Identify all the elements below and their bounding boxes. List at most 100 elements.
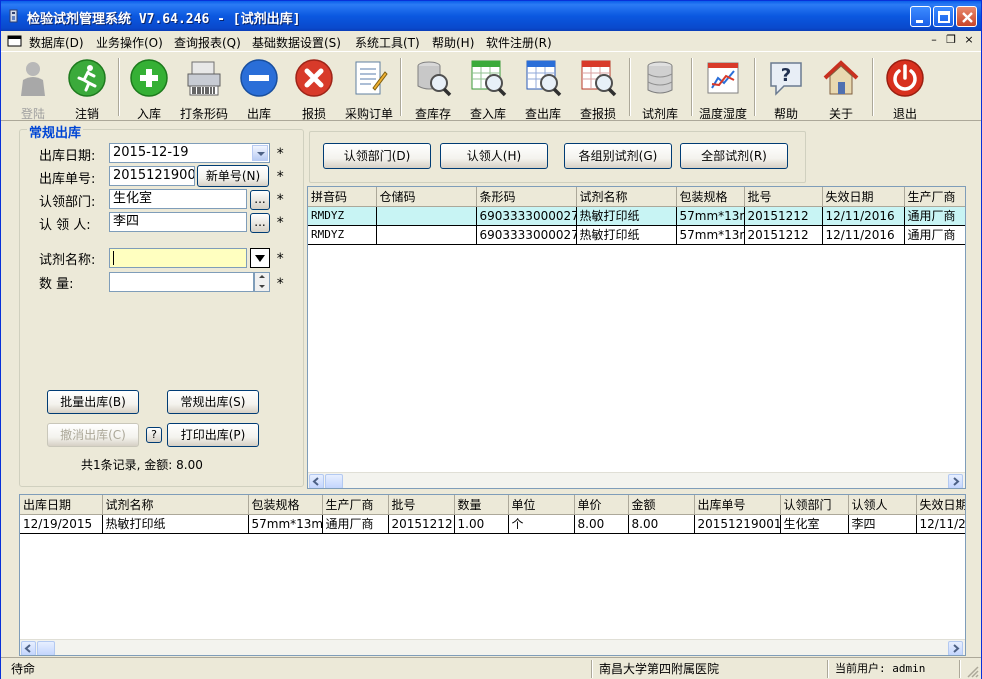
scroll-thumb[interactable] bbox=[37, 641, 55, 655]
print-barcode-button[interactable]: 打条形码 bbox=[176, 56, 232, 121]
temperature-humidity-button[interactable]: 温度湿度 bbox=[695, 56, 751, 121]
scroll-thumb[interactable] bbox=[325, 474, 343, 488]
menu-base-settings[interactable]: 基础数据设置(S) bbox=[252, 34, 341, 51]
menu-bar: 数据库(D) 业务操作(O) 查询报表(Q) 基础数据设置(S) 系统工具(T)… bbox=[1, 31, 981, 51]
table-cell: 个 bbox=[508, 514, 575, 534]
query-loss-button[interactable]: 查报损 bbox=[570, 56, 626, 121]
mdi-child-icon[interactable] bbox=[7, 35, 23, 47]
column-header[interactable]: 金额 bbox=[628, 495, 695, 515]
column-header[interactable]: 失效日期 bbox=[916, 495, 965, 515]
outbound-table-hscrollbar[interactable] bbox=[20, 639, 965, 655]
close-button[interactable] bbox=[956, 6, 977, 27]
help-small-button[interactable]: ? bbox=[146, 427, 162, 443]
dept-browse-button[interactable]: ... bbox=[250, 190, 270, 210]
quantity-input[interactable] bbox=[109, 272, 254, 292]
stock-in-button[interactable]: 入库 bbox=[121, 56, 177, 121]
purchase-order-label: 采购订单 bbox=[344, 107, 393, 121]
dept-field[interactable]: 生化室 bbox=[109, 189, 247, 209]
person-field[interactable]: 李四 bbox=[109, 212, 247, 232]
filter-all-button[interactable]: 全部试剂(R) bbox=[680, 143, 788, 169]
triangle-down-icon bbox=[255, 255, 265, 262]
print-out-button[interactable]: 打印出库(P) bbox=[167, 423, 259, 447]
scroll-right-button[interactable] bbox=[948, 474, 963, 488]
column-header[interactable]: 数量 bbox=[454, 495, 509, 515]
exit-button[interactable]: 退出 bbox=[877, 56, 933, 121]
maximize-icon bbox=[938, 11, 950, 23]
chevron-down-icon[interactable] bbox=[252, 145, 268, 161]
menu-database[interactable]: 数据库(D) bbox=[29, 34, 84, 51]
reagent-library-button[interactable]: 试剂库 bbox=[632, 56, 688, 121]
filter-person-button[interactable]: 认领人(H) bbox=[440, 143, 548, 169]
status-bar: 待命 南昌大学第四附属医院 当前用户: admin bbox=[1, 657, 981, 679]
resize-grip-icon[interactable] bbox=[967, 666, 979, 678]
query-stock-out-button[interactable]: 查出库 bbox=[515, 56, 571, 121]
scroll-left-button[interactable] bbox=[21, 641, 36, 655]
date-picker[interactable]: 2015-12-19 bbox=[109, 143, 270, 163]
stock-table[interactable]: 拼音码 仓储码 条形码 试剂名称 包装规格 批号 失效日期 生产厂商 RMDYZ… bbox=[307, 186, 966, 489]
cancel-out-button[interactable]: 撤消出库(C) bbox=[47, 423, 139, 447]
menu-help[interactable]: 帮助(H) bbox=[432, 34, 474, 51]
table-row[interactable]: RMDYZ 6903333000027 热敏打印纸 57mm*13mm 2015… bbox=[308, 206, 965, 226]
new-order-button[interactable]: 新单号(N) bbox=[197, 165, 269, 187]
purchase-order-button[interactable]: 采购订单 bbox=[341, 56, 397, 121]
column-header[interactable]: 批号 bbox=[744, 187, 823, 207]
help-icon: ? bbox=[770, 62, 802, 96]
minimize-button[interactable] bbox=[910, 6, 931, 27]
maximize-button[interactable] bbox=[933, 6, 954, 27]
column-header[interactable]: 出库单号 bbox=[694, 495, 781, 515]
scroll-left-button[interactable] bbox=[309, 474, 324, 488]
menu-reports[interactable]: 查询报表(Q) bbox=[174, 34, 241, 51]
table-row[interactable]: RMDYZ 6903333000027 热敏打印纸 57mm*13mm 2015… bbox=[308, 225, 965, 245]
column-header[interactable]: 认领人 bbox=[848, 495, 917, 515]
logout-button[interactable]: 注销 bbox=[59, 56, 115, 121]
table-cell bbox=[376, 206, 477, 226]
person-value: 李四 bbox=[113, 214, 140, 229]
table-cell: 6903333000027 bbox=[476, 206, 577, 226]
column-header[interactable]: 认领部门 bbox=[780, 495, 849, 515]
column-header[interactable]: 试剂名称 bbox=[576, 187, 677, 207]
column-header[interactable]: 包装规格 bbox=[248, 495, 323, 515]
column-header[interactable]: 单位 bbox=[508, 495, 575, 515]
batch-out-button[interactable]: 批量出库(B) bbox=[47, 390, 139, 414]
reagent-dropdown-button[interactable] bbox=[250, 248, 270, 268]
scroll-right-button[interactable] bbox=[948, 641, 963, 655]
filter-dept-button[interactable]: 认领部门(D) bbox=[323, 143, 431, 169]
column-header[interactable]: 失效日期 bbox=[822, 187, 905, 207]
menu-tools[interactable]: 系统工具(T) bbox=[355, 34, 420, 51]
column-header[interactable]: 出库日期 bbox=[20, 495, 103, 515]
order-number-field[interactable]: 20151219001 bbox=[109, 166, 195, 186]
column-header[interactable]: 包装规格 bbox=[676, 187, 745, 207]
reagent-name-input[interactable] bbox=[109, 248, 247, 268]
menu-operations[interactable]: 业务操作(O) bbox=[96, 34, 163, 51]
order-number-label: 出库单号: bbox=[39, 172, 96, 187]
chevron-up-icon[interactable] bbox=[259, 275, 265, 278]
column-header[interactable]: 生产厂商 bbox=[322, 495, 389, 515]
person-browse-button[interactable]: ... bbox=[250, 213, 270, 233]
column-header[interactable]: 生产厂商 bbox=[904, 187, 965, 207]
outbound-table[interactable]: 出库日期 试剂名称 包装规格 生产厂商 批号 数量 单位 单价 金额 出库单号 … bbox=[19, 494, 966, 656]
chevron-down-icon[interactable] bbox=[259, 285, 265, 288]
mdi-close-button[interactable]: × bbox=[962, 33, 976, 47]
column-header[interactable]: 仓储码 bbox=[376, 187, 477, 207]
query-stock-button[interactable]: 查库存 bbox=[405, 56, 461, 121]
mdi-minimize-button[interactable]: – bbox=[927, 33, 941, 47]
stock-table-hscrollbar[interactable] bbox=[308, 472, 965, 488]
filter-group-button[interactable]: 各组别试剂(G) bbox=[564, 143, 672, 169]
column-header[interactable]: 试剂名称 bbox=[102, 495, 249, 515]
quantity-stepper[interactable] bbox=[254, 272, 270, 292]
stock-out-button[interactable]: 出库 bbox=[231, 56, 287, 121]
table-row[interactable]: 12/19/2015 热敏打印纸 57mm*13mm 通用厂商 20151212… bbox=[20, 514, 965, 534]
chevron-right-icon bbox=[953, 477, 960, 486]
help-button[interactable]: ? 帮助 bbox=[758, 56, 814, 121]
column-header[interactable]: 批号 bbox=[388, 495, 455, 515]
about-button[interactable]: 关于 bbox=[813, 56, 869, 121]
query-stock-in-button[interactable]: 查入库 bbox=[460, 56, 516, 121]
column-header[interactable]: 拼音码 bbox=[308, 187, 377, 207]
chart-icon bbox=[707, 62, 739, 94]
regular-out-button[interactable]: 常规出库(S) bbox=[167, 390, 259, 414]
menu-register[interactable]: 软件注册(R) bbox=[486, 34, 552, 51]
column-header[interactable]: 单价 bbox=[574, 495, 629, 515]
column-header[interactable]: 条形码 bbox=[476, 187, 577, 207]
report-loss-button[interactable]: 报损 bbox=[286, 56, 342, 121]
mdi-restore-button[interactable]: ❐ bbox=[944, 33, 958, 47]
